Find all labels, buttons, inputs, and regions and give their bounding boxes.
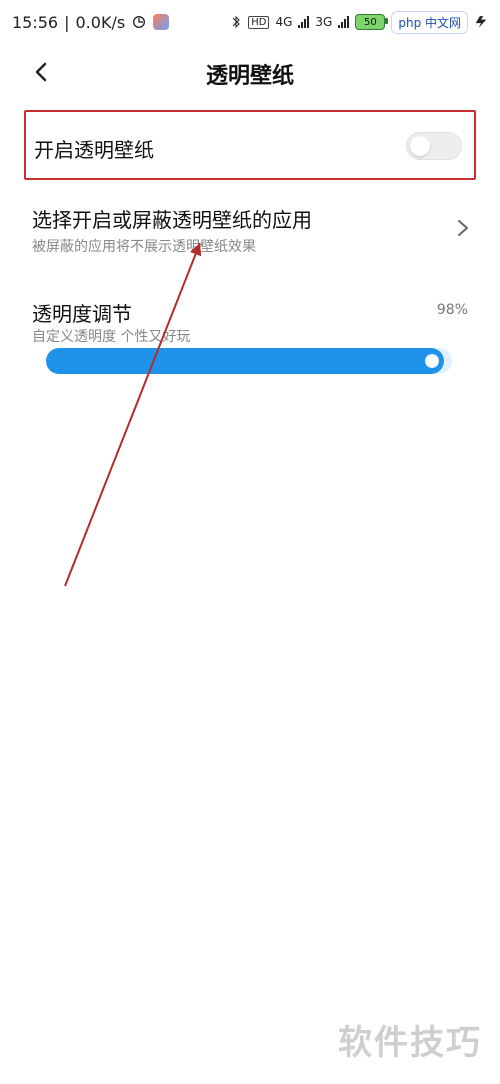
signal-4g-label: 4G bbox=[275, 15, 293, 29]
transparent-wallpaper-toggle[interactable] bbox=[406, 132, 462, 160]
watermark: 软件技巧 bbox=[338, 1023, 482, 1063]
top-header: 透明壁纸 bbox=[0, 50, 500, 98]
sync-icon bbox=[131, 14, 147, 30]
status-speed: 0.0K/s bbox=[75, 12, 126, 32]
charging-icon bbox=[474, 15, 488, 29]
signal-4g-icon bbox=[298, 16, 310, 28]
status-right: HD 4G 3G 50 php 中文网 bbox=[230, 10, 488, 34]
status-time: 15:56 bbox=[12, 12, 59, 32]
battery-icon: 50 bbox=[355, 14, 389, 30]
transparency-section: 透明度调节 自定义透明度 个性又好玩 98% bbox=[0, 292, 500, 392]
status-left: 15:56 | 0.0K/s bbox=[12, 12, 170, 32]
select-apps-subtitle: 被屏蔽的应用将不展示透明壁纸效果 bbox=[32, 239, 256, 255]
transparency-value: 98% bbox=[436, 302, 468, 318]
status-separator: | bbox=[64, 12, 70, 32]
app-icon bbox=[153, 14, 170, 30]
php-badge: php 中文网 bbox=[391, 10, 468, 34]
signal-3g-icon bbox=[338, 16, 350, 28]
bluetooth-icon bbox=[230, 15, 242, 29]
transparency-slider-fill bbox=[46, 348, 444, 374]
toggle-knob bbox=[410, 136, 430, 156]
transparency-title: 透明度调节 bbox=[32, 302, 132, 326]
select-apps-title: 选择开启或屏蔽透明壁纸的应用 bbox=[32, 208, 312, 232]
status-bar: 15:56 | 0.0K/s HD 4G 3G 50 php 中文网 bbox=[0, 0, 500, 44]
hd-badge: HD bbox=[248, 15, 270, 29]
transparent-wallpaper-row[interactable]: 开启透明壁纸 bbox=[24, 110, 476, 180]
transparent-wallpaper-label: 开启透明壁纸 bbox=[34, 138, 154, 162]
chevron-right-icon bbox=[458, 220, 468, 236]
battery-level-text: 50 bbox=[363, 16, 377, 28]
select-apps-row[interactable]: 选择开启或屏蔽透明壁纸的应用 被屏蔽的应用将不展示透明壁纸效果 bbox=[0, 192, 500, 272]
signal-3g-label: 3G bbox=[315, 15, 333, 29]
transparency-slider-handle[interactable] bbox=[426, 355, 438, 367]
transparency-subtitle: 自定义透明度 个性又好玩 bbox=[32, 329, 191, 345]
transparency-slider[interactable] bbox=[46, 348, 452, 374]
page-title: 透明壁纸 bbox=[205, 64, 294, 89]
